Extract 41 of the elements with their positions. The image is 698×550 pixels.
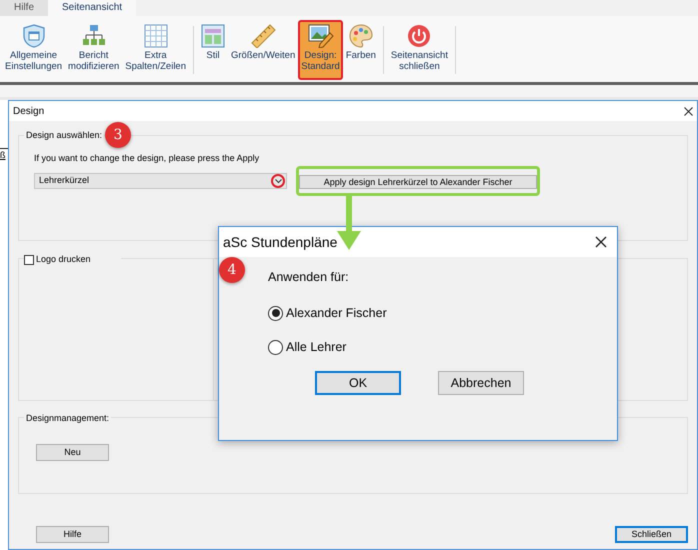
cancel-button[interactable]: Abbrechen <box>438 371 524 395</box>
prompt-text: Anwenden für: <box>268 269 350 285</box>
help-button[interactable]: Hilfe <box>36 526 109 543</box>
window-title: Design <box>13 104 44 118</box>
ribbon-button[interactable]: Seitenansicht schließen <box>388 20 451 80</box>
picture-pencil-icon <box>308 24 334 48</box>
ribbon-button[interactable]: Allgemeine Einstellungen <box>2 20 66 80</box>
close-icon[interactable] <box>595 236 607 248</box>
ok-button[interactable]: OK <box>315 371 401 395</box>
dialog-title: aSc Stundenpläne <box>223 232 338 252</box>
close-icon[interactable] <box>684 106 693 116</box>
layout-icon <box>201 24 225 48</box>
ribbon-button[interactable]: Extra Spalten/Zeilen <box>122 20 189 80</box>
radio-label: Alexander Fischer <box>286 304 387 322</box>
ribbon-button[interactable]: Design: Standard <box>298 20 343 80</box>
group-label: Designmanagement: <box>24 412 112 426</box>
ribbon-button[interactable]: Größen/Weiten <box>228 20 298 80</box>
group-label: Design auswählen: <box>24 129 104 142</box>
ribbon-button[interactable]: Farben <box>342 20 379 80</box>
shield-icon <box>22 24 45 48</box>
ribbon-button[interactable]: Bericht modifizieren <box>65 20 122 80</box>
dropdown[interactable]: Lehrerkürzel <box>34 173 287 189</box>
checkbox-label: Logo drucken <box>36 253 91 266</box>
ribbon-button[interactable]: Stil <box>198 20 228 80</box>
radio-button[interactable] <box>268 306 283 320</box>
hierarchy-icon <box>82 24 106 48</box>
ruler-icon <box>250 24 276 48</box>
background-text: ß <box>0 149 6 161</box>
radio-label: Alle Lehrer <box>286 338 346 356</box>
checkbox[interactable] <box>24 254 34 265</box>
close-button[interactable]: Schließen <box>615 526 688 543</box>
caret-icon[interactable] <box>271 174 285 188</box>
palette-icon <box>348 24 373 48</box>
apply-button[interactable]: Apply design Lehrerkürzel to Alexander Fischer <box>299 175 537 189</box>
new-button[interactable]: Neu <box>36 444 109 461</box>
radio-button[interactable] <box>268 340 283 354</box>
hint-text: If you want to change the design, please press the Apply <box>34 152 260 164</box>
ribbon-tab[interactable]: Seitenansicht <box>48 0 136 16</box>
power-icon <box>407 24 432 48</box>
ribbon-tab[interactable]: Hilfe <box>0 0 48 16</box>
grid-icon <box>144 24 168 48</box>
